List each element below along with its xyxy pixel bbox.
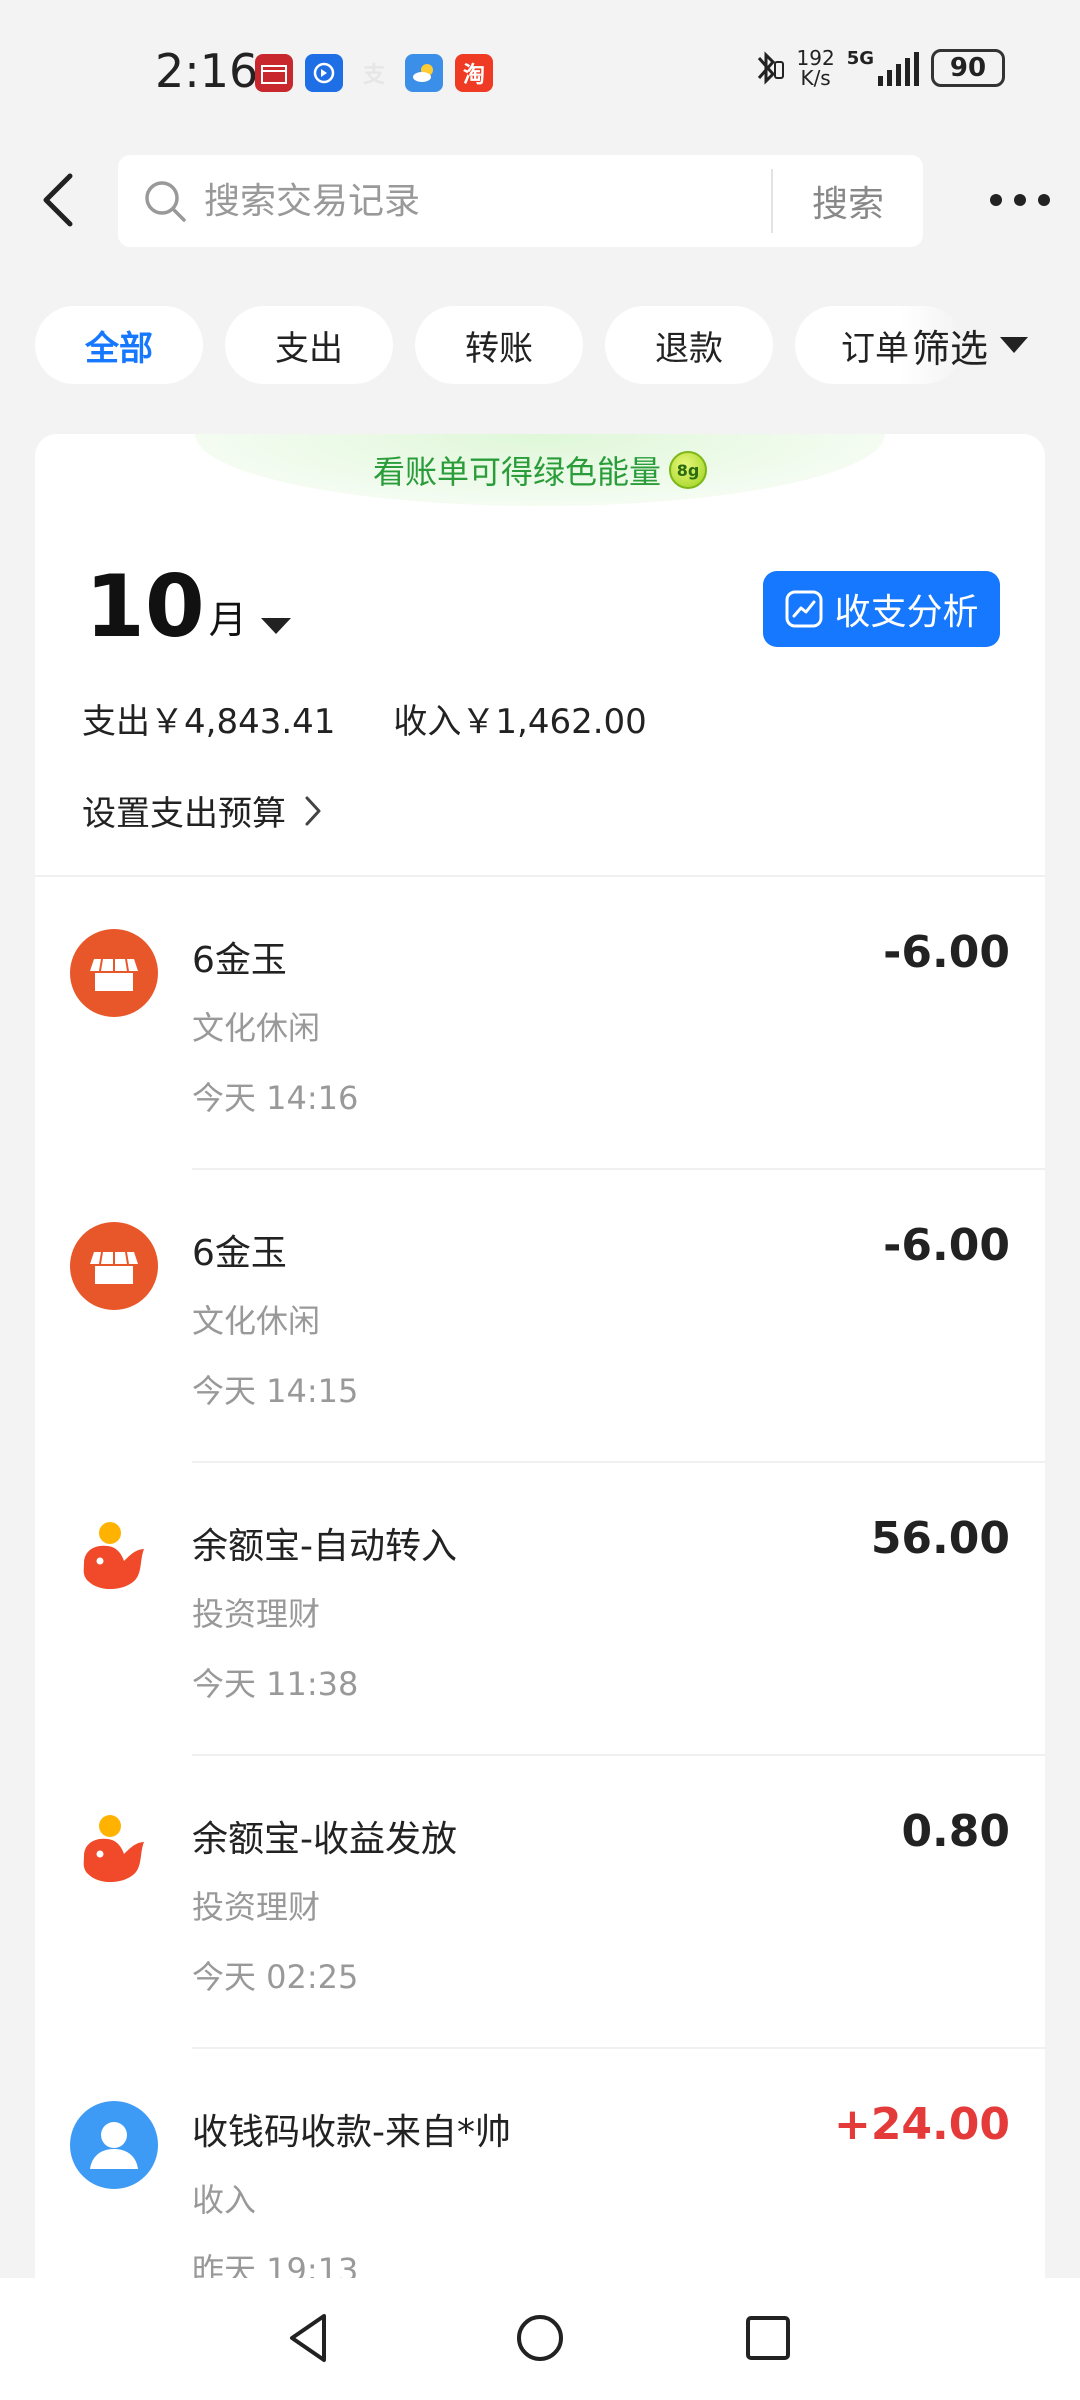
nav-back-icon[interactable]	[280, 2308, 340, 2368]
yuebao-icon	[83, 1522, 144, 1590]
transaction-time: 今天 11:38	[192, 1665, 359, 1703]
transaction-amount: -6.00	[883, 1220, 1010, 1271]
transaction-amount: 56.00	[870, 1513, 1010, 1564]
bluetooth-icon	[757, 51, 784, 85]
yuebao-icon	[83, 1815, 144, 1883]
energy-banner[interactable]: 看账单可得绿色能量 8g	[195, 434, 885, 506]
transaction-row[interactable]: 6金玉 文化休闲 今天 14:15 -6.00	[35, 1170, 1045, 1463]
nav-recents-icon[interactable]	[738, 2308, 798, 2368]
transaction-row[interactable]: 余额宝-收益发放 投资理财 今天 02:25 0.80	[35, 1756, 1045, 2049]
search-box[interactable]: 搜索	[118, 155, 923, 247]
back-arrow-icon[interactable]	[32, 168, 92, 232]
system-nav-bar	[0, 2278, 1080, 2400]
signal-icon: 5G	[847, 50, 919, 86]
transaction-category: 收入	[192, 2181, 257, 2219]
status-app-icons: 支 淘	[255, 54, 493, 92]
status-time: 2:16	[155, 44, 259, 98]
bill-card: 看账单可得绿色能量 8g 10 月 收支分析 支出￥4,843.41 收入￥1,…	[35, 434, 1045, 2400]
transaction-time: 今天 02:25	[192, 1958, 359, 1996]
transaction-name: 余额宝-自动转入	[192, 1526, 457, 1567]
month-caret-icon	[260, 618, 291, 634]
transaction-category: 投资理财	[192, 1595, 321, 1633]
search-button[interactable]: 搜索	[773, 175, 923, 227]
search-input[interactable]	[204, 180, 771, 222]
user-avatar-icon	[70, 2101, 158, 2189]
battery-icon: 90	[931, 49, 1005, 87]
filter-caret-icon	[1000, 337, 1029, 353]
taobao-icon: 淘	[455, 54, 493, 92]
analysis-button[interactable]: 收支分析	[763, 571, 1000, 647]
budget-link[interactable]: 设置支出预算	[82, 786, 324, 835]
chevron-right-icon	[305, 796, 321, 825]
blue-app-icon	[305, 54, 343, 92]
search-icon	[145, 181, 186, 222]
more-options-icon[interactable]	[990, 180, 1050, 220]
month-selector[interactable]: 10 月	[85, 564, 291, 650]
tab-refund[interactable]: 退款	[605, 306, 773, 384]
transaction-name: 6金玉	[192, 1233, 287, 1274]
transaction-amount: 0.80	[901, 1806, 1010, 1857]
calendar-app-icon	[255, 54, 293, 92]
status-indicators: 192 K/s 5G 90	[751, 46, 1005, 90]
transaction-amount: +24.00	[833, 2099, 1010, 2150]
transaction-time: 今天 14:15	[192, 1372, 359, 1410]
store-icon	[70, 929, 158, 1017]
status-bar: 2:16 支 淘 192 K/s 5G 90	[0, 0, 1080, 140]
expense-total: 支出￥4,843.41	[82, 702, 336, 742]
filter-button[interactable]: 筛选	[912, 306, 1029, 384]
net-speed: 192 K/s	[796, 46, 835, 90]
nav-home-icon[interactable]	[510, 2308, 570, 2368]
store-icon	[70, 1222, 158, 1310]
transaction-amount: -6.00	[883, 927, 1010, 978]
chart-trend-icon	[785, 590, 823, 628]
weather-icon	[405, 54, 443, 92]
alipay-icon: 支	[362, 63, 385, 88]
transaction-name: 收钱码收款-来自*帅	[192, 2112, 511, 2153]
search-header: 搜索	[0, 150, 1080, 250]
transaction-name: 6金玉	[192, 940, 287, 981]
transaction-category: 文化休闲	[192, 1009, 321, 1047]
transaction-time: 今天 14:16	[192, 1079, 359, 1117]
tab-all[interactable]: 全部	[35, 306, 203, 384]
transaction-category: 文化休闲	[192, 1302, 321, 1340]
tab-transfer[interactable]: 转账	[415, 306, 583, 384]
month-summary: 支出￥4,843.41 收入￥1,462.00	[82, 694, 647, 743]
transaction-row[interactable]: 余额宝-自动转入 投资理财 今天 11:38 56.00	[35, 1463, 1045, 1756]
green-energy-icon: 8g	[669, 451, 707, 489]
transaction-category: 投资理财	[192, 1888, 321, 1926]
transaction-name: 余额宝-收益发放	[192, 1819, 457, 1860]
transaction-row[interactable]: 6金玉 文化休闲 今天 14:16 -6.00	[35, 877, 1045, 1170]
income-total: 收入￥1,462.00	[393, 702, 647, 742]
tab-expense[interactable]: 支出	[225, 306, 393, 384]
